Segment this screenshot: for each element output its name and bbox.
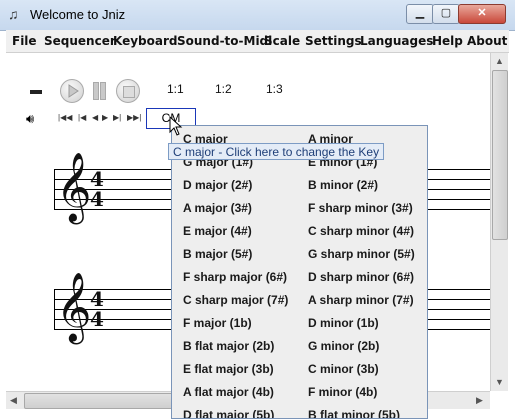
mouse-cursor-icon (169, 116, 183, 136)
menu-bar: File Sequencer Keyboard Sound-to-Midi Sc… (6, 30, 509, 53)
volume-icon[interactable]: 🔊︎ (26, 111, 34, 127)
scroll-up-icon[interactable]: ▲ (495, 56, 504, 66)
horizontal-scroll-thumb[interactable] (24, 393, 176, 409)
pause-button[interactable] (92, 82, 106, 100)
next-icon[interactable]: ▶| (113, 113, 121, 122)
key-option[interactable]: F minor (4b) (308, 385, 377, 399)
scroll-left-icon[interactable]: ◀ (10, 395, 17, 406)
key-option[interactable]: E major (4#) (183, 224, 252, 238)
minimize-button[interactable]: ▁ (406, 4, 434, 24)
time-signature-bottom: 4 (90, 187, 104, 211)
key-dropdown: C major G major (1#) D major (2#) A majo… (171, 125, 428, 419)
key-option[interactable]: A major (3#) (183, 201, 252, 215)
key-option[interactable]: C minor (3b) (308, 362, 379, 376)
menu-languages[interactable]: Languages (360, 34, 433, 48)
maximize-button[interactable]: ▢ (432, 4, 460, 24)
last-icon[interactable]: ▶▶| (127, 113, 141, 122)
close-button[interactable]: ✕ (458, 4, 506, 24)
key-option[interactable]: C sharp minor (4#) (308, 224, 414, 238)
key-option[interactable]: G minor (2b) (308, 339, 379, 353)
back-icon[interactable]: ◀ (92, 113, 98, 122)
key-option[interactable]: F sharp minor (3#) (308, 201, 413, 215)
menu-file[interactable]: File (12, 34, 37, 48)
key-tooltip: C major - Click here to change the Key (168, 143, 384, 160)
menu-keyboard[interactable]: Keyboard (113, 34, 178, 48)
previous-icon[interactable]: |◀ (78, 113, 86, 122)
menu-about[interactable]: About (467, 34, 507, 48)
menu-help[interactable]: Help (432, 34, 463, 48)
menu-sound-to-midi[interactable]: Sound-to-Midi (177, 34, 272, 48)
treble-clef-icon: 𝄞 (56, 152, 92, 222)
scroll-down-icon[interactable]: ▼ (495, 377, 504, 387)
menu-sequencer[interactable]: Sequencer (44, 34, 116, 48)
first-icon[interactable]: |◀◀ (58, 113, 72, 122)
key-option[interactable]: B major (5#) (183, 247, 252, 261)
key-option[interactable]: D major (2#) (183, 178, 252, 192)
play-button[interactable] (60, 79, 84, 103)
key-option[interactable]: G sharp minor (5#) (308, 247, 415, 261)
music-note-icon: ♫ (8, 6, 19, 22)
record-button[interactable] (116, 79, 140, 103)
key-option[interactable]: F sharp major (6#) (183, 270, 287, 284)
title-bar: ♫ Welcome to Jniz ▁ ▢ ✕ (0, 0, 515, 31)
key-option[interactable]: C sharp major (7#) (183, 293, 288, 307)
key-option[interactable]: E flat major (3b) (183, 362, 274, 376)
menu-settings[interactable]: Settings (305, 34, 362, 48)
play-icon (68, 84, 79, 98)
key-option[interactable]: D sharp minor (6#) (308, 270, 414, 284)
key-option[interactable]: F major (1b) (183, 316, 252, 330)
ratio-1-2[interactable]: 1:2 (215, 82, 232, 96)
forward-icon[interactable]: ▶ (102, 113, 108, 122)
key-option[interactable]: B flat minor (5b) (308, 408, 400, 418)
vertical-scrollbar[interactable]: ▲ ▼ (490, 53, 508, 391)
key-option[interactable]: B minor (2#) (308, 178, 378, 192)
menu-scale[interactable]: Scale (264, 34, 300, 48)
time-signature-top: 4 (90, 287, 104, 311)
ratio-1-3[interactable]: 1:3 (266, 82, 283, 96)
time-signature-bottom: 4 (90, 307, 104, 331)
key-option[interactable]: A sharp minor (7#) (308, 293, 414, 307)
scroll-right-icon[interactable]: ▶ (476, 395, 483, 406)
ratio-1-1[interactable]: 1:1 (167, 82, 184, 96)
key-option[interactable]: B flat major (2b) (183, 339, 274, 353)
window-title: Welcome to Jniz (30, 7, 126, 22)
key-option[interactable]: D minor (1b) (308, 316, 379, 330)
key-option[interactable]: D flat major (5b) (183, 408, 274, 418)
time-signature-top: 4 (90, 167, 104, 191)
stop-icon[interactable] (30, 90, 42, 94)
treble-clef-icon: 𝄞 (56, 272, 92, 342)
key-option[interactable]: A flat major (4b) (183, 385, 274, 399)
vertical-scroll-thumb[interactable] (492, 70, 508, 240)
